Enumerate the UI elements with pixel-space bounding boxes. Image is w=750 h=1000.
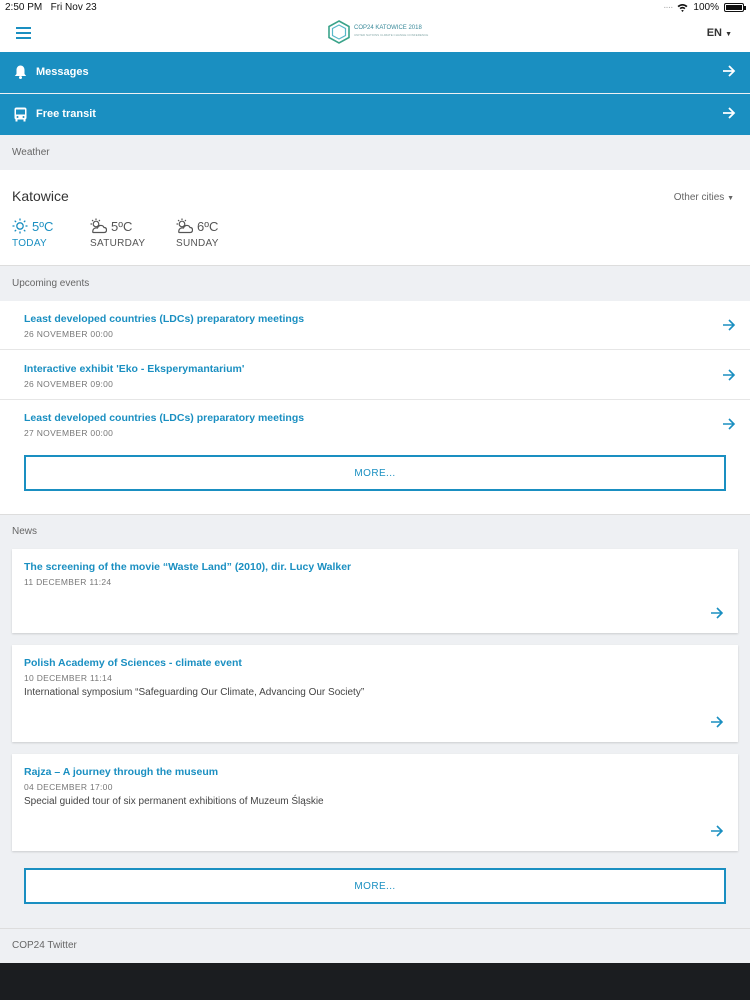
other-cities-dropdown[interactable]: Other cities ▼ xyxy=(674,192,734,203)
event-item[interactable]: Least developed countries (LDCs) prepara… xyxy=(0,301,750,350)
news-description: Special guided tour of six permanent exh… xyxy=(24,796,324,807)
battery-icon xyxy=(724,3,746,12)
menu-button[interactable] xyxy=(16,27,31,39)
weather-section-heading: Weather xyxy=(12,147,50,158)
news-title: The screening of the movie “Waste Land” … xyxy=(24,561,352,573)
wifi-icon xyxy=(677,4,688,12)
weather-temp: 5ºC xyxy=(111,218,133,234)
news-date: 11 DECEMBER 11:24 xyxy=(24,577,112,587)
twitter-section-heading: COP24 Twitter xyxy=(12,940,77,951)
weather-city: Katowice xyxy=(12,188,69,204)
status-indicators: ···· 100% xyxy=(663,2,746,13)
events-more-button[interactable]: MORE... xyxy=(24,455,726,491)
weather-day-label: SATURDAY xyxy=(90,238,146,249)
battery-percent: 100% xyxy=(693,2,719,13)
app-header: COP24 KATOWICE 2018 UNITED NATIONS CLIMA… xyxy=(0,16,750,52)
app-logo: COP24 KATOWICE 2018 UNITED NATIONS CLIMA… xyxy=(328,20,428,44)
logo-title: COP24 KATOWICE 2018 xyxy=(354,25,422,31)
messages-label: Messages xyxy=(36,66,89,78)
weather-temp: 5ºC xyxy=(32,218,54,234)
partly-cloudy-icon xyxy=(90,218,107,234)
divider xyxy=(0,928,750,929)
arrow-right-icon xyxy=(711,716,724,728)
logo-subtitle: UNITED NATIONS CLIMATE CHANGE CONFERENCE xyxy=(354,33,429,37)
weather-day-sunday[interactable]: 6ºC SUNDAY xyxy=(176,218,219,249)
cop24-logo-icon xyxy=(328,20,350,44)
signal-icon: ···· xyxy=(663,2,673,13)
weather-day-saturday[interactable]: 5ºC SATURDAY xyxy=(90,218,145,249)
free-transit-banner[interactable]: Free transit xyxy=(0,94,750,135)
event-item[interactable]: Least developed countries (LDCs) prepara… xyxy=(0,400,750,449)
language-selector[interactable]: EN ▼ xyxy=(707,27,732,39)
weather-temp: 6ºC xyxy=(197,218,219,234)
news-item[interactable]: Rajza – A journey through the museum 04 … xyxy=(12,754,738,851)
status-time: 2:50 PM Fri Nov 23 xyxy=(5,2,97,13)
news-more-area: MORE... xyxy=(0,851,750,928)
caret-down-icon: ▼ xyxy=(727,195,734,202)
twitter-feed[interactable] xyxy=(0,963,750,1000)
news-more-button[interactable]: MORE... xyxy=(24,868,726,904)
event-title: Interactive exhibit 'Eko - Eksperymantar… xyxy=(24,363,245,375)
event-item[interactable]: Interactive exhibit 'Eko - Eksperymantar… xyxy=(0,351,750,400)
event-date: 26 NOVEMBER 09:00 xyxy=(24,379,114,389)
weather-day-label: SUNDAY xyxy=(176,238,219,249)
news-item[interactable]: Polish Academy of Sciences - climate eve… xyxy=(12,645,738,742)
news-description: International symposium “Safeguarding Ou… xyxy=(24,687,365,698)
bell-icon xyxy=(14,65,27,79)
news-item[interactable]: The screening of the movie “Waste Land” … xyxy=(12,549,738,633)
status-bar: 2:50 PM Fri Nov 23 ···· 100% xyxy=(0,0,750,16)
news-date: 04 DECEMBER 17:00 xyxy=(24,782,113,792)
arrow-right-icon xyxy=(711,825,724,837)
event-title: Least developed countries (LDCs) prepara… xyxy=(24,412,305,424)
news-title: Polish Academy of Sciences - climate eve… xyxy=(24,657,242,669)
event-date: 27 NOVEMBER 00:00 xyxy=(24,428,114,438)
arrow-right-icon xyxy=(711,607,724,619)
sun-icon xyxy=(12,218,28,234)
menu-icon xyxy=(16,27,31,29)
arrow-right-icon xyxy=(723,369,736,381)
weather-card: Katowice Other cities ▼ 5ºC TODAY 5ºC SA… xyxy=(0,170,750,266)
weather-day-today[interactable]: 5ºC TODAY xyxy=(12,218,53,249)
free-transit-label: Free transit xyxy=(36,108,96,120)
arrow-right-icon xyxy=(723,418,736,430)
weather-day-label: TODAY xyxy=(12,238,48,249)
messages-banner[interactable]: Messages xyxy=(0,52,750,93)
event-title: Least developed countries (LDCs) prepara… xyxy=(24,313,305,325)
events-section-heading: Upcoming events xyxy=(12,278,90,289)
arrow-right-icon xyxy=(723,107,736,119)
caret-down-icon: ▼ xyxy=(725,31,732,38)
news-section-heading: News xyxy=(12,526,38,537)
news-title: Rajza – A journey through the museum xyxy=(24,766,219,778)
partly-cloudy-icon xyxy=(176,218,193,234)
event-date: 26 NOVEMBER 00:00 xyxy=(24,329,114,339)
events-card: Least developed countries (LDCs) prepara… xyxy=(0,301,750,515)
bus-icon xyxy=(14,107,27,122)
arrow-right-icon xyxy=(723,65,736,77)
news-date: 10 DECEMBER 11:14 xyxy=(24,673,113,683)
arrow-right-icon xyxy=(723,319,736,331)
